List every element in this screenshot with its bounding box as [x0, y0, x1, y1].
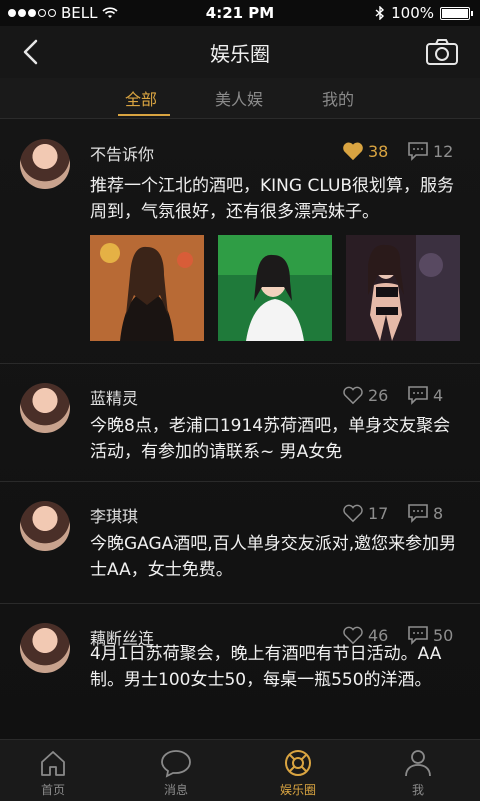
- person-icon: [405, 750, 431, 777]
- heart-outline-icon: [343, 386, 363, 405]
- post-text: 今晚GAGA酒吧,百人单身交友派对,邀您来参加男士AA，女士免费。: [90, 534, 457, 580]
- like-count[interactable]: 26: [342, 385, 388, 405]
- tab-mine[interactable]: 我的: [322, 86, 354, 110]
- comment-icon: [408, 386, 428, 405]
- tab-all[interactable]: 全部: [125, 86, 157, 110]
- post-item[interactable]: 李琪琪 17 8 今晚GAGA酒吧,百人单身交友派对,邀您来参加男士AA，女士免…: [0, 481, 480, 604]
- tab-me[interactable]: 我: [378, 748, 458, 798]
- home-icon: [41, 751, 65, 776]
- like-count[interactable]: 17: [342, 503, 388, 523]
- comment-icon: [408, 504, 428, 523]
- tab-home[interactable]: 首页: [13, 748, 93, 798]
- battery-percent: 100%: [391, 4, 434, 22]
- post-username[interactable]: 不告诉你: [90, 141, 154, 165]
- post-item[interactable]: 藕断丝连 46 50 4月1日苏荷聚会，晚上有酒吧有节日活动。AA制。男士100…: [0, 603, 480, 739]
- battery-level-fill: [442, 8, 468, 18]
- bar-photo-1[interactable]: [90, 235, 204, 341]
- tab-messages[interactable]: 消息: [136, 748, 216, 798]
- heart-outline-icon: [343, 504, 363, 523]
- bottom-tab-bar: 首页 消息 娱乐圈 我: [0, 739, 480, 801]
- bluetooth-icon: [375, 6, 385, 20]
- post-text: 推荐一个江北的酒吧，KING CLUB很划算，服务周到，气氛很好，还有很多漂亮妹…: [90, 176, 455, 222]
- bar-photo-3[interactable]: [346, 235, 460, 341]
- navigation-bar: 娱乐圈: [0, 26, 480, 79]
- status-bar: BELL 4:21 PM 100%: [0, 0, 480, 26]
- like-count[interactable]: 38: [342, 141, 388, 161]
- comment-count[interactable]: 4: [407, 385, 443, 405]
- active-tab-indicator: [118, 114, 170, 116]
- post-username[interactable]: 李琪琪: [90, 503, 138, 527]
- battery-icon: [440, 6, 473, 20]
- post-text: 今晚8点，老浦口1914苏荷酒吧，单身交友聚会活动，有参加的请联系~ 男A女免: [90, 416, 451, 462]
- page-title: 娱乐圈: [210, 42, 270, 66]
- post-item[interactable]: 蓝精灵 26 4 今晚8点，老浦口1914苏荷酒吧，单身交友聚会活动，有参加的请…: [0, 363, 480, 482]
- post-photos: [90, 235, 460, 341]
- avatar[interactable]: [20, 139, 70, 189]
- lifebuoy-icon: [285, 750, 311, 776]
- avatar[interactable]: [20, 501, 70, 551]
- bar-photo-2[interactable]: [218, 235, 332, 341]
- tab-entertainment[interactable]: 娱乐圈: [258, 748, 338, 798]
- post-item[interactable]: 不告诉你 38 12 推荐一个江北的酒吧，KING CLUB很划算，服务周到，气…: [0, 119, 480, 364]
- comment-count[interactable]: 8: [407, 503, 443, 523]
- comment-icon: [408, 142, 428, 161]
- camera-icon[interactable]: [424, 36, 460, 68]
- avatar[interactable]: [20, 623, 70, 673]
- post-text: 4月1日苏荷聚会，晚上有酒吧有节日活动。AA制。男士100女士50，每桌一瓶55…: [90, 644, 442, 690]
- avatar[interactable]: [20, 383, 70, 433]
- heart-filled-icon: [343, 142, 363, 161]
- message-icon: [161, 750, 191, 778]
- segment-tabs: 全部 美人娱 我的: [0, 78, 480, 119]
- tab-beauty[interactable]: 美人娱: [215, 86, 263, 110]
- post-feed[interactable]: 不告诉你 38 12 推荐一个江北的酒吧，KING CLUB很划算，服务周到，气…: [0, 119, 480, 739]
- comment-count[interactable]: 12: [407, 141, 453, 161]
- post-username[interactable]: 蓝精灵: [90, 385, 138, 409]
